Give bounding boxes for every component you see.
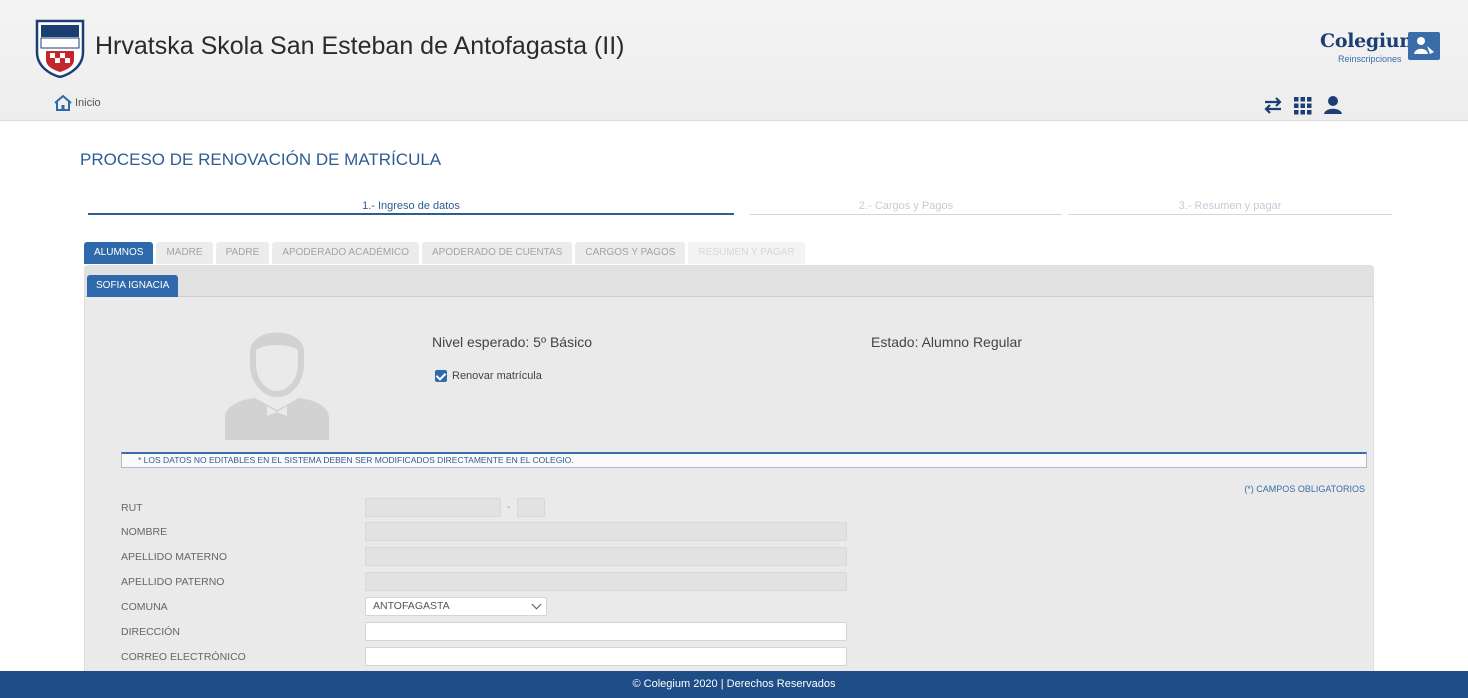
tab-resumen-pagar: RESUMEN Y PAGAR [688, 242, 805, 264]
student-panel: SOFIA IGNACIA Nivel esperado: 5º Básico … [84, 265, 1374, 685]
comuna-select[interactable]: ANTOFAGASTA [365, 597, 547, 616]
apellido-paterno-label: APELLIDO PATERNO [121, 576, 225, 588]
step-ingreso-datos: 1.- Ingreso de datos [88, 200, 734, 215]
nivel-esperado: Nivel esperado: 5º Básico [432, 334, 592, 350]
chevron-down-icon [531, 599, 542, 610]
estado-alumno: Estado: Alumno Regular [871, 334, 1022, 350]
top-header: Hrvatska Skola San Esteban de Antofagast… [0, 0, 1468, 121]
step-progress-line [1068, 214, 1392, 215]
section-tabs: ALUMNOS MADRE PADRE APODERADO ACADÉMICO … [84, 242, 805, 264]
step-label: 1.- Ingreso de datos [362, 200, 460, 212]
required-fields-note: (*) CAMPOS OBLIGATORIOS [1244, 484, 1365, 494]
footer: © Colegium 2020 | Derechos Reservados [0, 671, 1468, 698]
step-resumen-pagar: 3.- Resumen y pagar [1068, 200, 1392, 215]
tab-apoderado-cuentas[interactable]: APODERADO DE CUENTAS [422, 242, 573, 264]
page-title: PROCESO DE RENOVACIÓN DE MATRÍCULA [80, 150, 442, 169]
renovar-label: Renovar matrícula [452, 370, 542, 382]
school-crest-logo [35, 19, 85, 78]
page: Hrvatska Skola San Esteban de Antofagast… [0, 0, 1468, 698]
brand-subtitle: Reinscripciones [1338, 54, 1402, 64]
rut-label: RUT [121, 502, 143, 514]
colegium-logo: Colegium Reinscripciones [1320, 30, 1440, 70]
comuna-value: ANTOFAGASTA [373, 600, 450, 612]
tab-padre[interactable]: PADRE [215, 242, 270, 264]
apellido-paterno-input[interactable] [365, 572, 847, 591]
checkbox-checked-icon[interactable] [435, 370, 447, 382]
tab-apoderado-academico[interactable]: APODERADO ACADÉMICO [272, 242, 419, 264]
student-avatar-icon [225, 332, 329, 440]
tab-student-sofia[interactable]: SOFIA IGNACIA [87, 275, 179, 297]
student-tabbar: SOFIA IGNACIA [85, 266, 1373, 297]
nombre-label: NOMBRE [121, 526, 168, 538]
direccion-input[interactable] [365, 622, 847, 641]
apellido-materno-label: APELLIDO MATERNO [121, 551, 227, 563]
tab-cargos-pagos[interactable]: CARGOS Y PAGOS [575, 242, 686, 264]
home-label: Inicio [75, 97, 101, 109]
direccion-label: DIRECCIÓN [121, 626, 180, 638]
step-label: 2.- Cargos y Pagos [858, 200, 954, 212]
switch-arrows-icon[interactable] [1262, 94, 1284, 116]
comuna-label: COMUNA [121, 601, 168, 613]
step-label: 3.- Resumen y pagar [1178, 200, 1282, 212]
home-link[interactable]: Inicio [54, 95, 101, 111]
notice-banner: * LOS DATOS NO EDITABLES EN EL SISTEMA D… [121, 452, 1367, 468]
apellido-materno-input[interactable] [365, 547, 847, 566]
rut-separator: - [507, 502, 511, 513]
step-progress-line [750, 214, 1062, 215]
step-progress-line [88, 213, 734, 215]
correo-input[interactable] [365, 647, 847, 666]
user-profile-icon[interactable] [1322, 94, 1344, 116]
brand-badge-icon [1408, 32, 1440, 60]
rut-input[interactable] [365, 498, 501, 517]
step-cargos-pagos: 2.- Cargos y Pagos [750, 200, 1062, 215]
tab-alumnos[interactable]: ALUMNOS [84, 242, 154, 264]
school-name: Hrvatska Skola San Esteban de Antofagast… [95, 32, 625, 60]
renovar-matricula-checkbox[interactable]: Renovar matrícula [435, 370, 542, 382]
tab-madre[interactable]: MADRE [156, 242, 213, 264]
correo-label: CORREO ELECTRÓNICO [121, 651, 246, 663]
apps-grid-icon[interactable] [1292, 94, 1314, 116]
rut-dv-input[interactable] [517, 498, 545, 517]
home-icon [54, 95, 72, 111]
brand-name: Colegium [1320, 30, 1420, 52]
nombre-input[interactable] [365, 522, 847, 541]
